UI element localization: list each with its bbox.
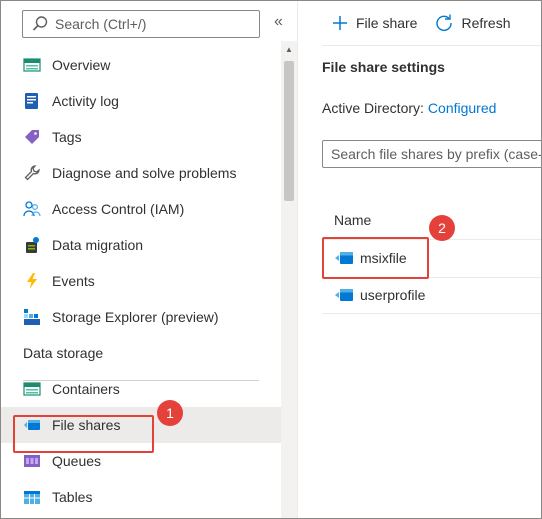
- file-share-name[interactable]: userprofile: [360, 287, 425, 303]
- section-title-data-storage: Data storage: [23, 345, 104, 361]
- sidebar-item-containers[interactable]: Containers: [1, 371, 281, 407]
- tables-icon: [23, 488, 41, 506]
- sidebar-item-events[interactable]: Events: [1, 263, 281, 299]
- sidebar-item-access-control[interactable]: Access Control (IAM): [1, 191, 281, 227]
- containers-icon: [23, 380, 41, 398]
- sidebar-item-data-migration[interactable]: Data migration: [1, 227, 281, 263]
- sidebar-scrollbar-thumb[interactable]: [284, 61, 294, 201]
- storage-explorer-icon: [23, 308, 41, 326]
- callout-highlight-msixfile: [322, 237, 429, 279]
- refresh-label: Refresh: [461, 15, 511, 31]
- sidebar-item-label: Activity log: [52, 93, 119, 109]
- main-panel: File share Refresh File share settings A…: [297, 1, 541, 518]
- callout-badge-2: 2: [429, 215, 455, 241]
- queues-icon: [23, 452, 41, 470]
- active-directory-configured-link[interactable]: Configured: [428, 100, 497, 116]
- data-migration-icon: [23, 236, 41, 254]
- sidebar-item-label: Diagnose and solve problems: [52, 165, 237, 181]
- refresh-icon: [435, 14, 453, 32]
- sidebar-item-label: Tags: [52, 129, 82, 145]
- lightning-icon: [23, 272, 41, 290]
- row-divider: [322, 313, 541, 314]
- wrench-icon: [23, 164, 41, 182]
- file-share-search-input[interactable]: [331, 146, 541, 162]
- sidebar-item-label: Events: [52, 273, 95, 289]
- add-file-share-button[interactable]: File share: [332, 15, 417, 31]
- sidebar-item-label: Tables: [52, 489, 93, 505]
- people-icon: [23, 200, 41, 218]
- plus-icon: [332, 15, 348, 31]
- callout-highlight-file-shares: [13, 415, 154, 453]
- sidebar-search-box[interactable]: [22, 10, 260, 38]
- scroll-up-icon[interactable]: ▲: [285, 45, 293, 54]
- activity-log-icon: [23, 92, 41, 110]
- file-share-settings-title: File share settings: [322, 59, 445, 75]
- column-header-name[interactable]: Name: [334, 212, 371, 228]
- file-share-search-box[interactable]: [322, 140, 541, 168]
- sidebar-item-label: Access Control (IAM): [52, 201, 185, 217]
- sidebar-item-diagnose[interactable]: Diagnose and solve problems: [1, 155, 281, 191]
- sidebar-item-tables[interactable]: Tables: [1, 479, 281, 515]
- sidebar-item-overview[interactable]: Overview: [1, 47, 281, 83]
- add-file-share-label: File share: [356, 15, 418, 31]
- sidebar-item-label: Data migration: [52, 237, 144, 253]
- toolbar: File share Refresh: [298, 1, 541, 45]
- sidebar-item-activity-log[interactable]: Activity log: [1, 83, 281, 119]
- toolbar-divider: [322, 45, 541, 46]
- sidebar-item-tags[interactable]: Tags: [1, 119, 281, 155]
- refresh-button[interactable]: Refresh: [435, 14, 511, 32]
- tag-icon: [23, 128, 41, 146]
- sidebar-item-label: Overview: [52, 57, 111, 73]
- file-share-icon: [334, 286, 354, 304]
- sidebar-search-input[interactable]: [55, 16, 255, 32]
- callout-badge-1: 1: [157, 400, 183, 426]
- window-frame: « Overview Activity log Tags: [0, 0, 542, 519]
- sidebar-item-label: Containers: [52, 381, 120, 397]
- search-icon: [31, 15, 49, 33]
- overview-icon: [23, 56, 41, 74]
- active-directory-row: Active Directory: Configured: [322, 100, 496, 116]
- sidebar-item-label: Queues: [52, 453, 102, 469]
- active-directory-label: Active Directory:: [322, 100, 424, 116]
- sidebar-item-storage-explorer[interactable]: Storage Explorer (preview): [1, 299, 281, 335]
- collapse-sidebar-button[interactable]: «: [274, 13, 283, 31]
- sidebar-item-label: Storage Explorer (preview): [52, 309, 219, 325]
- sidebar: « Overview Activity log Tags: [1, 1, 283, 518]
- table-row[interactable]: userprofile: [334, 286, 425, 304]
